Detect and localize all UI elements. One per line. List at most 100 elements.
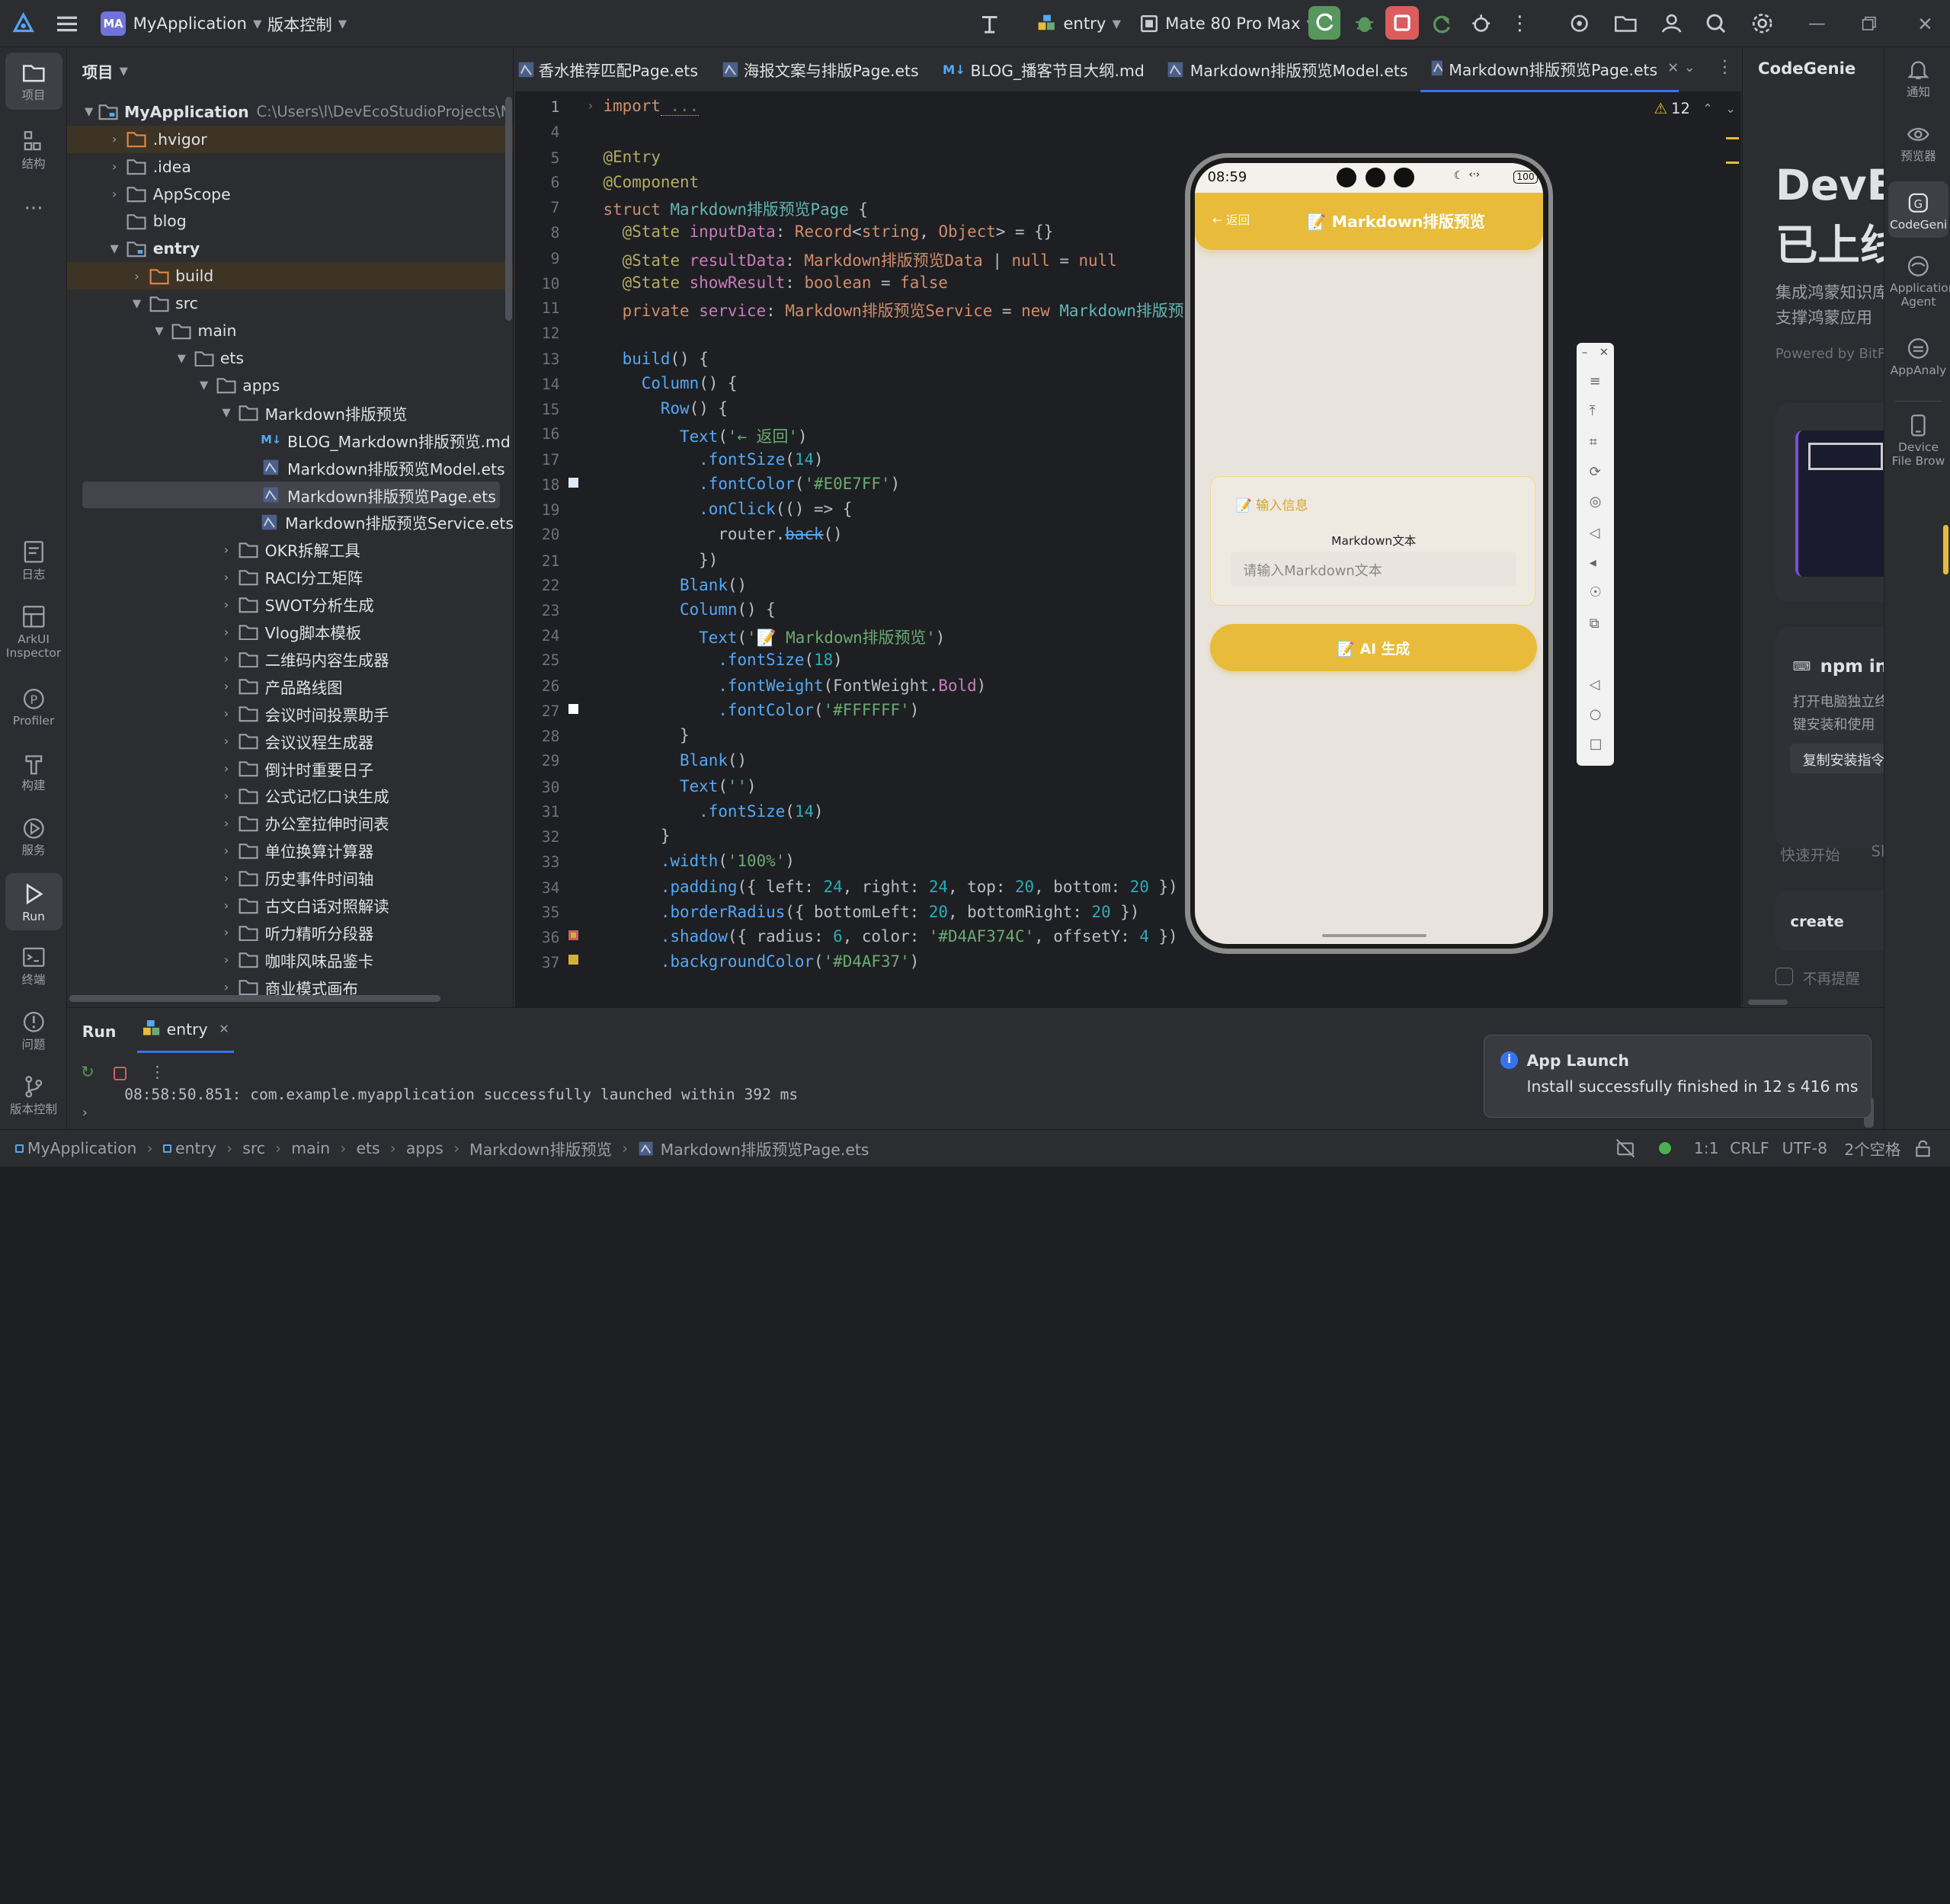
chevron-up-icon[interactable]: ⌃	[1702, 101, 1713, 116]
status-indicator-icon[interactable]	[1659, 1130, 1672, 1166]
tree-item[interactable]: › 公式记忆口诀生成	[67, 782, 513, 810]
account-icon[interactable]	[1659, 11, 1684, 37]
tabs-dropdown-icon[interactable]: ⌄	[1684, 59, 1695, 75]
tree-item[interactable]: › .hvigor	[67, 125, 514, 153]
apply-changes-icon[interactable]	[1429, 11, 1454, 37]
tree-root[interactable]: ▼ MyApplication C:\Users\l\DevEcoStudioPro…	[67, 98, 513, 126]
run-tab-title[interactable]: Run	[82, 1022, 117, 1041]
warnings-indicator[interactable]: ⚠ 12 ⌃ ⌄	[1654, 100, 1736, 117]
device-emulator[interactable]: 08:59 ☾ ‹·› 100 ← 返回 📝 Markdown排版预览 📝 输入…	[1185, 152, 1554, 954]
tree-item[interactable]: M↓ BLOG_Markdown排版预览.md	[67, 427, 513, 454]
close-icon[interactable]: ✕	[1599, 346, 1609, 359]
deveco-logo-icon[interactable]	[11, 11, 37, 37]
home-nav-icon[interactable]: ○	[1590, 706, 1602, 722]
debug-icon[interactable]	[1352, 11, 1377, 37]
breadcrumb-item[interactable]: Markdown排版预览Page.ets	[638, 1137, 869, 1160]
tree-item[interactable]: ▼ Markdown排版预览	[67, 399, 513, 427]
breadcrumb-item[interactable]: apps	[406, 1139, 443, 1157]
code-editor[interactable]: 1 4 5 6 7 8 9 10 11 12 13 14 15 16 17 18 19 20 21 22 23 24 25 2…	[514, 91, 1741, 1007]
readonly-lock-icon[interactable]	[1914, 1130, 1932, 1166]
main-menu-icon[interactable]	[55, 11, 80, 37]
fold-icon[interactable]: ›	[588, 98, 594, 113]
tree-item[interactable]: ▼ main	[67, 317, 513, 344]
tool-structure[interactable]: 结构	[5, 130, 62, 171]
tree-item[interactable]: › .idea	[67, 153, 513, 181]
tree-item[interactable]: › RACI分工矩阵	[67, 563, 513, 590]
tree-item[interactable]: ▼ entry	[67, 235, 513, 262]
file-encoding[interactable]: UTF-8	[1782, 1130, 1827, 1166]
tool-run[interactable]: Run	[5, 872, 62, 930]
stop-icon[interactable]	[113, 1066, 127, 1080]
home-indicator[interactable]	[1321, 933, 1426, 938]
location-icon[interactable]: ◎	[1590, 494, 1602, 510]
tree-item[interactable]: › Vlog脚本模板	[67, 618, 513, 645]
tree-item[interactable]: › 会议议程生成器	[67, 728, 513, 755]
breadcrumb-item[interactable]: MyApplication	[14, 1139, 136, 1157]
more-vertical-icon[interactable]: ⋮	[149, 1063, 165, 1082]
panel-hscrollbar[interactable]	[1747, 1000, 1788, 1005]
tool-notifications[interactable]: 通知	[1888, 57, 1948, 99]
chevron-down-icon[interactable]: ⌄	[1725, 101, 1736, 116]
close-tab-icon[interactable]: ✕	[1667, 60, 1679, 76]
run-config-select[interactable]: entry ▼	[1037, 0, 1121, 47]
volume-up-icon[interactable]: ◁	[1590, 525, 1600, 541]
tree-item[interactable]: › 单位换算计算器	[67, 837, 513, 864]
no-remind-checkbox[interactable]	[1775, 967, 1793, 985]
tree-item[interactable]: › 古文白话对照解读	[67, 891, 513, 919]
breadcrumb-item[interactable]: main	[291, 1139, 330, 1157]
error-stripe-marks[interactable]	[1726, 136, 1739, 165]
tool-profiler[interactable]: P Profiler	[5, 686, 62, 728]
ai-generate-button[interactable]: 📝 AI 生成	[1209, 624, 1538, 672]
indent-setting[interactable]: 2个空格	[1844, 1130, 1900, 1166]
tool-previewer[interactable]: 预览器	[1888, 122, 1948, 164]
tab-model[interactable]: Markdown排版预览Model.ets	[1167, 47, 1408, 92]
tab-perfume-page[interactable]: 香水推荐匹配Page.ets	[517, 47, 698, 92]
skills-tab[interactable]: Sk	[1872, 843, 1884, 860]
tab-page-active[interactable]: Markdown排版预览Page.ets ✕	[1420, 47, 1679, 92]
markdown-input[interactable]: 请输入Markdown文本	[1231, 551, 1517, 587]
pin-top-icon[interactable]: ⤒	[1590, 403, 1596, 419]
folder-search-icon[interactable]	[1613, 11, 1638, 37]
more-tools-icon[interactable]: ···	[5, 199, 62, 219]
tool-project[interactable]: 项目	[5, 52, 62, 110]
tree-item[interactable]: ▼ src	[67, 290, 513, 317]
tree-item[interactable]: › 办公室拉伸时间表	[67, 809, 513, 837]
restore-icon[interactable]	[1857, 11, 1882, 37]
close-tab-icon[interactable]: ✕	[219, 1022, 229, 1036]
screenshot-icon[interactable]: ⧉	[1590, 616, 1599, 632]
tree-item[interactable]: › 产品路线图	[67, 673, 513, 700]
breadcrumb-item[interactable]: entry	[162, 1139, 216, 1157]
attach-debugger-icon[interactable]	[1468, 11, 1494, 37]
tree-item[interactable]: › 历史事件时间轴	[67, 864, 513, 891]
rotate-icon[interactable]: ⟳	[1590, 464, 1601, 480]
create-card[interactable]: create	[1775, 890, 1884, 950]
minimize-icon[interactable]: —	[1804, 11, 1830, 37]
volume-down-icon[interactable]: ◂	[1590, 555, 1596, 571]
minimize-icon[interactable]: –	[1582, 346, 1587, 359]
tree-item[interactable]: › OKR拆解工具	[67, 536, 513, 563]
project-switcher[interactable]: MA MyApplication ▼	[101, 0, 261, 47]
back-button[interactable]: ← 返回	[1212, 211, 1250, 228]
tool-vcs[interactable]: 版本控制	[5, 1074, 62, 1116]
rerun-button[interactable]	[1308, 6, 1341, 40]
tree-item[interactable]: › 咖啡风味品鉴卡	[67, 946, 513, 974]
promo-card[interactable]	[1775, 402, 1884, 602]
tree-item[interactable]: Markdown排版预览Model.ets	[67, 454, 513, 482]
tool-device-file-browser[interactable]: Device File Brow	[1888, 413, 1948, 469]
tree-item[interactable]: › build	[67, 262, 514, 290]
tool-terminal[interactable]: 终端	[5, 945, 62, 987]
tab-blog-md[interactable]: M↓ BLOG_播客节目大纲.md	[943, 47, 1145, 92]
fingerprint-icon[interactable]: ☉	[1590, 584, 1602, 600]
breadcrumb-item[interactable]: src	[242, 1139, 265, 1157]
search-icon[interactable]	[1704, 11, 1729, 37]
tool-build[interactable]: 构建	[5, 751, 62, 793]
expand-icon[interactable]: ›	[82, 1105, 88, 1121]
copy-install-button[interactable]: 复制安装指令	[1790, 743, 1884, 774]
menu-icon[interactable]: ≡	[1590, 373, 1601, 389]
more-vertical-icon[interactable]: ⋮	[1507, 11, 1532, 37]
app-launch-notification[interactable]: i App Launch Install successfully finish…	[1483, 1034, 1872, 1118]
crop-icon[interactable]: ⌗	[1590, 434, 1597, 450]
stop-button[interactable]	[1385, 6, 1420, 40]
breadcrumb-item[interactable]: ets	[356, 1139, 379, 1157]
tree-item[interactable]: › 二维码内容生成器	[67, 645, 513, 673]
